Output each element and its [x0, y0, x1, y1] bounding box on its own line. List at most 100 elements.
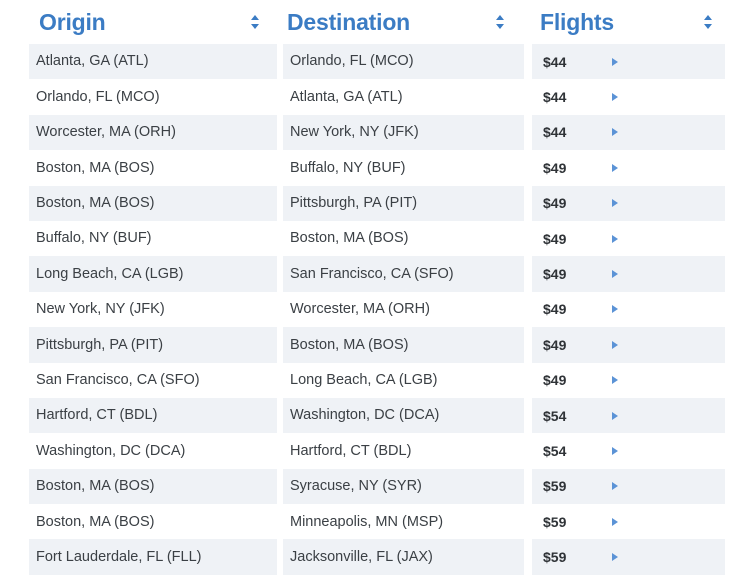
- cell-origin: Boston, MA (BOS): [29, 468, 277, 505]
- caret-right-icon[interactable]: [611, 446, 619, 456]
- caret-right-icon[interactable]: [611, 127, 619, 137]
- cell-flights: $49: [532, 327, 725, 363]
- caret-right-icon[interactable]: [611, 163, 619, 173]
- origin-text: Hartford, CT (BDL): [36, 407, 158, 424]
- cell-destination: Worcester, MA (ORH): [283, 291, 524, 328]
- column-header-flights-label: Flights: [540, 8, 614, 35]
- table-row[interactable]: Fort Lauderdale, FL (FLL) Jacksonville, F…: [0, 539, 730, 575]
- origin-text: Boston, MA (BOS): [36, 478, 155, 495]
- table-body: Atlanta, GA (ATL) Orlando, FL (MCO) $44 Orl…: [0, 44, 730, 575]
- caret-right-icon[interactable]: [611, 198, 619, 208]
- table-row[interactable]: Washington, DC (DCA) Hartford, CT (BDL) $5…: [0, 433, 730, 469]
- cell-flights: $49: [532, 256, 725, 292]
- cell-destination: San Francisco, CA (SFO): [283, 256, 524, 292]
- table-row[interactable]: Orlando, FL (MCO) Atlanta, GA (ATL) $44: [0, 79, 730, 115]
- table-row[interactable]: Boston, MA (BOS) Buffalo, NY (BUF) $49: [0, 150, 730, 186]
- cell-destination: Atlanta, GA (ATL): [283, 79, 524, 115]
- destination-text: Boston, MA (BOS): [290, 230, 409, 247]
- caret-right-icon[interactable]: [611, 340, 619, 350]
- origin-text: Buffalo, NY (BUF): [36, 230, 152, 247]
- cell-origin: Buffalo, NY (BUF): [29, 220, 277, 257]
- sort-origin-icon[interactable]: [249, 13, 261, 31]
- cell-flights: $59: [532, 504, 725, 540]
- origin-text: Orlando, FL (MCO): [36, 88, 160, 105]
- caret-right-icon[interactable]: [611, 375, 619, 385]
- cell-flights: $44: [532, 44, 725, 80]
- origin-text: San Francisco, CA (SFO): [36, 371, 200, 388]
- column-header-origin[interactable]: Origin: [39, 0, 106, 44]
- table-row[interactable]: San Francisco, CA (SFO) Long Beach, CA (L…: [0, 362, 730, 398]
- cell-flights: $49: [532, 362, 725, 398]
- cell-flights: $49: [532, 185, 725, 221]
- column-header-flights[interactable]: Flights: [540, 0, 614, 44]
- destination-text: Orlando, FL (MCO): [290, 53, 414, 70]
- table-row[interactable]: Worcester, MA (ORH) New York, NY (JFK) $44: [0, 114, 730, 151]
- cell-destination: Minneapolis, MN (MSP): [283, 504, 524, 540]
- origin-text: Boston, MA (BOS): [36, 195, 155, 211]
- destination-text: New York, NY (JFK): [290, 124, 419, 141]
- table-row[interactable]: Boston, MA (BOS) Syracuse, NY (SYR) $59: [0, 468, 730, 505]
- cell-destination: Syracuse, NY (SYR): [283, 468, 524, 505]
- cell-destination: Hartford, CT (BDL): [283, 433, 524, 469]
- cell-destination: Jacksonville, FL (JAX): [283, 539, 524, 575]
- sort-destination-icon[interactable]: [494, 13, 506, 31]
- destination-text: Jacksonville, FL (JAX): [290, 548, 433, 565]
- table-row[interactable]: Atlanta, GA (ATL) Orlando, FL (MCO) $44: [0, 44, 730, 80]
- table-row[interactable]: Boston, MA (BOS) Pittsburgh, PA (PIT) $49: [0, 185, 730, 221]
- table-row[interactable]: Pittsburgh, PA (PIT) Boston, MA (BOS) $49: [0, 327, 730, 363]
- price-text: $49: [543, 159, 567, 176]
- caret-right-icon[interactable]: [611, 304, 619, 314]
- caret-right-icon[interactable]: [611, 269, 619, 279]
- sort-flights-icon[interactable]: [702, 13, 714, 31]
- cell-origin: Orlando, FL (MCO): [29, 79, 277, 115]
- caret-right-icon[interactable]: [611, 411, 619, 421]
- origin-text: Boston, MA (BOS): [36, 513, 155, 530]
- destination-text: Worcester, MA (ORH): [290, 301, 430, 318]
- column-header-origin-label: Origin: [39, 8, 106, 35]
- price-text: $59: [543, 478, 567, 495]
- caret-right-icon[interactable]: [611, 234, 619, 244]
- caret-right-icon[interactable]: [611, 481, 619, 491]
- cell-destination: Boston, MA (BOS): [283, 220, 524, 257]
- price-text: $54: [543, 442, 567, 459]
- cell-origin: Hartford, CT (BDL): [29, 397, 277, 434]
- cell-origin: Washington, DC (DCA): [29, 433, 277, 469]
- flights-table: Origin Destination Flights Atlanta, GA (…: [0, 0, 730, 583]
- destination-text: Pittsburgh, PA (PIT): [290, 195, 418, 211]
- table-row[interactable]: Hartford, CT (BDL) Washington, DC (DCA) $5…: [0, 397, 730, 434]
- origin-text: Boston, MA (BOS): [36, 159, 155, 176]
- caret-right-icon[interactable]: [611, 517, 619, 527]
- origin-text: Washington, DC (DCA): [36, 442, 186, 459]
- price-text: $49: [543, 230, 567, 247]
- cell-flights: $54: [532, 433, 725, 469]
- table-row[interactable]: New York, NY (JFK) Worcester, MA (ORH) $49: [0, 291, 730, 328]
- price-text: $49: [543, 195, 567, 212]
- origin-text: Long Beach, CA (LGB): [36, 265, 184, 282]
- cell-origin: Atlanta, GA (ATL): [29, 44, 277, 80]
- table-row[interactable]: Long Beach, CA (LGB) San Francisco, CA (S…: [0, 256, 730, 292]
- destination-text: San Francisco, CA (SFO): [290, 265, 454, 282]
- cell-flights: $59: [532, 539, 725, 575]
- column-header-destination[interactable]: Destination: [287, 0, 410, 44]
- origin-text: Atlanta, GA (ATL): [36, 53, 149, 70]
- cell-origin: San Francisco, CA (SFO): [29, 362, 277, 398]
- destination-text: Washington, DC (DCA): [290, 407, 440, 424]
- destination-text: Hartford, CT (BDL): [290, 442, 412, 459]
- cell-destination: Buffalo, NY (BUF): [283, 150, 524, 186]
- caret-right-icon[interactable]: [611, 57, 619, 67]
- cell-origin: Boston, MA (BOS): [29, 150, 277, 186]
- table-header-row: Origin Destination Flights: [0, 0, 730, 45]
- caret-right-icon[interactable]: [611, 552, 619, 562]
- destination-text: Buffalo, NY (BUF): [290, 159, 406, 176]
- cell-origin: Worcester, MA (ORH): [29, 114, 277, 151]
- price-text: $49: [543, 266, 567, 283]
- origin-text: Worcester, MA (ORH): [36, 124, 176, 141]
- price-text: $59: [543, 549, 567, 566]
- cell-flights: $54: [532, 397, 725, 434]
- price-text: $49: [543, 336, 567, 353]
- table-row[interactable]: Boston, MA (BOS) Minneapolis, MN (MSP) $59: [0, 504, 730, 540]
- cell-origin: Boston, MA (BOS): [29, 185, 277, 221]
- caret-right-icon[interactable]: [611, 92, 619, 102]
- cell-flights: $49: [532, 291, 725, 328]
- table-row[interactable]: Buffalo, NY (BUF) Boston, MA (BOS) $49: [0, 220, 730, 257]
